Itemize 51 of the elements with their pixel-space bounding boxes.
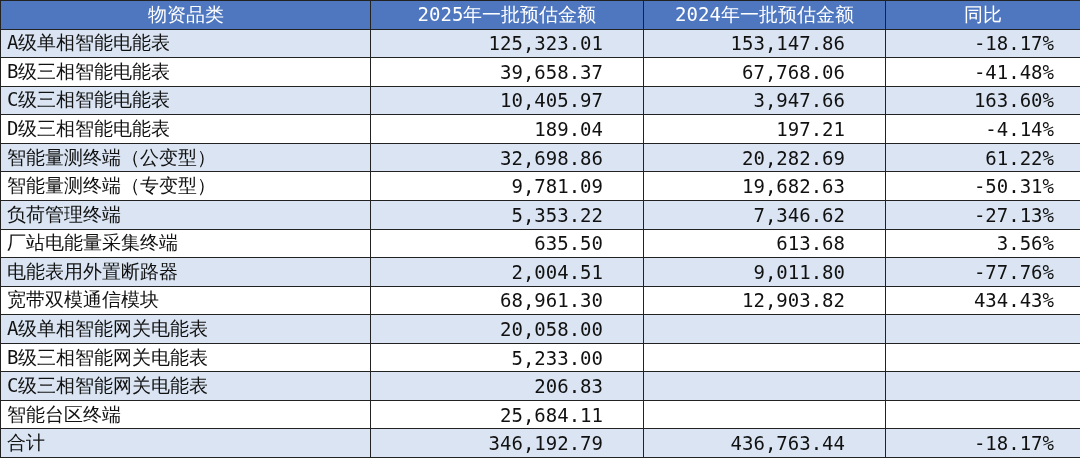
table-cell: D级三相智能电能表	[1, 115, 371, 144]
table-cell: -18.17%	[886, 429, 1080, 458]
table-cell: 负荷管理终端	[1, 200, 371, 230]
table-cell: 197.21	[644, 115, 886, 144]
table-cell: 5,353.22	[371, 200, 644, 230]
table-cell: 125,323.01	[371, 29, 644, 59]
table-cell: A级单相智能网关电能表	[1, 315, 371, 344]
table-cell: 12,903.82	[644, 286, 886, 316]
table-cell: 9,011.80	[644, 258, 886, 287]
table-cell: 智能台区终端	[1, 400, 371, 430]
table-cell: -18.17%	[886, 29, 1080, 59]
column-header: 同比	[886, 1, 1080, 30]
table-cell: 613.68	[644, 229, 886, 259]
table-cell: 19,682.63	[644, 172, 886, 201]
table-cell: 346,192.79	[371, 429, 644, 458]
table-cell: 2,004.51	[371, 258, 644, 287]
table-cell: 20,058.00	[371, 315, 644, 344]
table-cell: A级单相智能电能表	[1, 29, 371, 59]
table-cell: C级三相智能网关电能表	[1, 372, 371, 401]
table-cell: 67,768.06	[644, 58, 886, 87]
table-cell: 25,684.11	[371, 400, 644, 430]
table-cell: 163.60%	[886, 86, 1080, 116]
table-cell: 7,346.62	[644, 200, 886, 230]
table-cell: B级三相智能电能表	[1, 58, 371, 87]
table-cell: 32,698.86	[371, 143, 644, 173]
column-header: 物资品类	[1, 1, 371, 30]
table-cell: 436,763.44	[644, 429, 886, 458]
table-cell: 9,781.09	[371, 172, 644, 201]
table-cell: -77.76%	[886, 258, 1080, 287]
table-cell: 635.50	[371, 229, 644, 259]
table-cell: B级三相智能网关电能表	[1, 343, 371, 373]
table-cell: 153,147.86	[644, 29, 886, 59]
column-header: 2024年一批预估金额	[644, 1, 886, 30]
table-cell: 厂站电能量采集终端	[1, 229, 371, 259]
table-cell: 39,658.37	[371, 58, 644, 87]
table-cell: -27.13%	[886, 200, 1080, 230]
column-header: 2025年一批预估金额	[371, 1, 644, 30]
table-cell: 电能表用外置断路器	[1, 258, 371, 287]
table-cell: C级三相智能电能表	[1, 86, 371, 116]
table-cell: 5,233.00	[371, 343, 644, 373]
table-cell: 智能量测终端（公变型）	[1, 143, 371, 173]
table-cell: 20,282.69	[644, 143, 886, 173]
table-cell: 189.04	[371, 115, 644, 144]
table-cell: 3,947.66	[644, 86, 886, 116]
table-cell: 68,961.30	[371, 286, 644, 316]
table-cell: 合计	[1, 429, 371, 458]
table-cell: 10,405.97	[371, 86, 644, 116]
table-cell: 206.83	[371, 372, 644, 401]
table-cell: 智能量测终端（专变型）	[1, 172, 371, 201]
table-cell: 61.22%	[886, 143, 1080, 173]
table-cell: 宽带双模通信模块	[1, 286, 371, 316]
